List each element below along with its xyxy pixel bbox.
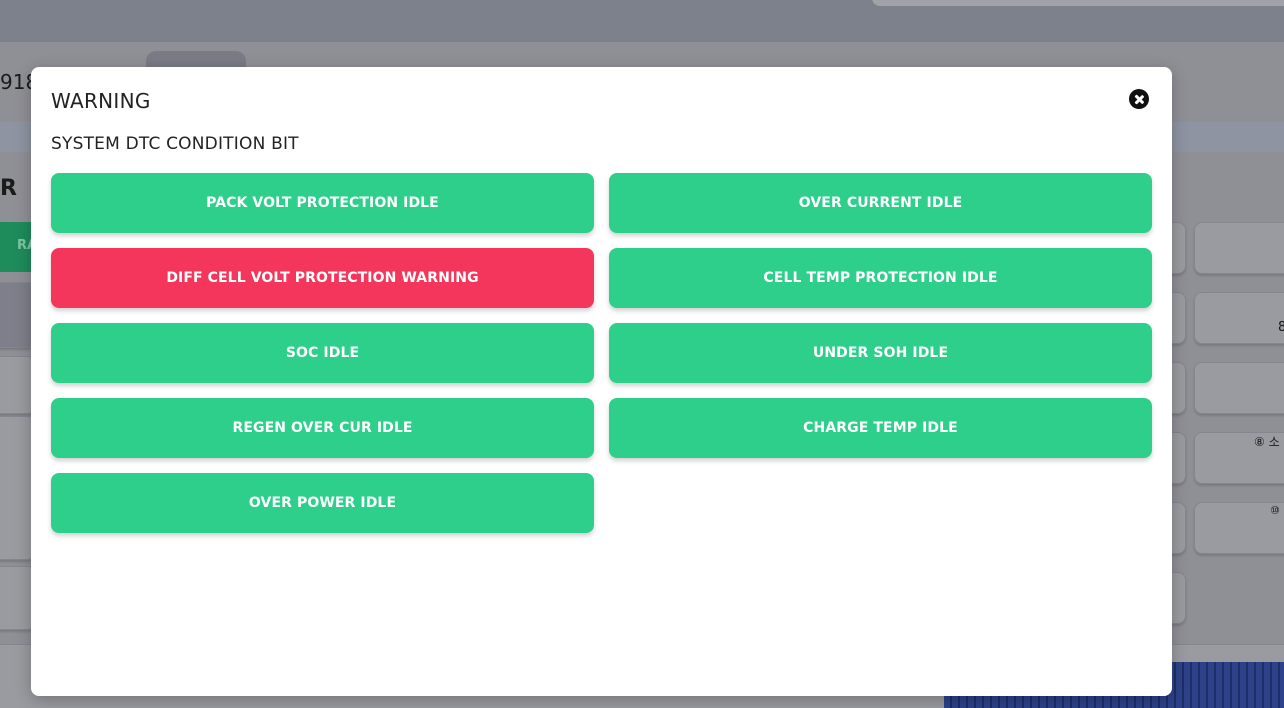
status-cell-temp-protection[interactable]: CELL TEMP PROTECTION IDLE	[609, 248, 1152, 308]
background-card	[1194, 362, 1284, 414]
background-search-pill	[872, 0, 1284, 6]
status-over-current[interactable]: OVER CURRENT IDLE	[609, 173, 1152, 233]
section-title: SYSTEM DTC CONDITION BIT	[51, 134, 299, 154]
modal-title: WARNING	[51, 89, 151, 113]
background-text-fragment: 8	[1278, 320, 1284, 335]
background-card	[1194, 292, 1284, 344]
background-card	[1194, 222, 1284, 274]
status-diff-cell-volt-protection[interactable]: DIFF CELL VOLT PROTECTION WARNING	[51, 248, 594, 308]
close-icon[interactable]	[1129, 89, 1149, 109]
warning-modal: WARNING SYSTEM DTC CONDITION BIT PACK VO…	[31, 67, 1172, 696]
background-text-fragment: R	[0, 176, 17, 201]
background-top-bar	[0, 0, 1284, 42]
status-over-power[interactable]: OVER POWER IDLE	[51, 473, 594, 533]
status-pack-volt-protection[interactable]: PACK VOLT PROTECTION IDLE	[51, 173, 594, 233]
status-soc[interactable]: SOC IDLE	[51, 323, 594, 383]
status-regen-over-cur[interactable]: REGEN OVER CUR IDLE	[51, 398, 594, 458]
background-text-fragment: ⑧ 소	[1254, 435, 1280, 449]
background-text-fragment: ⑩	[1270, 504, 1280, 517]
status-under-soh[interactable]: UNDER SOH IDLE	[609, 323, 1152, 383]
status-charge-temp[interactable]: CHARGE TEMP IDLE	[609, 398, 1152, 458]
